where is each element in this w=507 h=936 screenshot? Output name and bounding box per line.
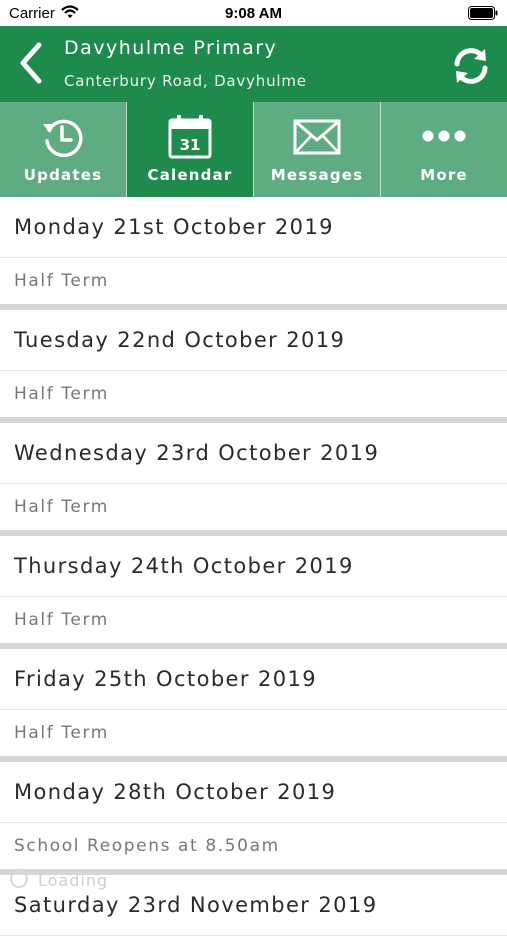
tab-label: Messages [270,166,364,184]
calendar-icon: 31 [168,115,212,159]
tab-bar: Updates 31 Calendar Messages More [0,102,507,197]
tab-label: Updates [23,166,103,184]
chevron-left-icon [20,42,42,84]
refresh-button[interactable] [447,42,495,90]
tab-updates[interactable]: Updates [0,102,127,197]
app-header: Davyhulme Primary Canterbury Road, Davyh… [0,26,507,102]
tab-more[interactable]: More [381,102,507,197]
day-group: Friday 25th October 2019 Half Term [0,649,507,762]
day-group: Monday 21st October 2019 Half Term [0,197,507,310]
tab-label: More [420,166,468,184]
event-item[interactable]: School Reopens at 8.50am [0,823,507,869]
event-item[interactable]: Half Term [0,710,507,756]
tab-label: Calendar [147,166,233,184]
clock-history-icon [43,119,83,158]
envelope-icon [293,119,341,155]
tab-calendar[interactable]: 31 Calendar [127,102,254,197]
day-header: Wednesday 23rd October 2019 [0,423,507,484]
event-item[interactable]: Half Term [0,597,507,643]
loading-indicator: Loading [10,870,108,890]
more-dots-icon [422,130,466,142]
battery-icon [468,6,498,20]
calendar-event-list[interactable]: Monday 21st October 2019 Half Term Tuesd… [0,197,507,936]
event-item[interactable]: Half Term [0,258,507,304]
event-item[interactable]: Half Term [0,484,507,530]
calendar-icon-day: 31 [180,136,201,154]
tab-messages[interactable]: Messages [254,102,381,197]
day-header: Tuesday 22nd October 2019 [0,310,507,371]
back-button[interactable] [10,38,50,88]
day-header: Monday 21st October 2019 [0,197,507,258]
status-bar: Carrier 9:08 AM [0,0,507,26]
loading-label: Loading [38,871,109,890]
day-group: Wednesday 23rd October 2019 Half Term [0,423,507,536]
day-header: Friday 25th October 2019 [0,649,507,710]
day-group: Tuesday 22nd October 2019 Half Term [0,310,507,423]
day-group: Monday 28th October 2019 School Reopens … [0,762,507,875]
status-time: 9:08 AM [225,5,282,22]
refresh-icon [454,48,488,84]
event-item[interactable]: Half Term [0,371,507,417]
spinner-icon [10,870,28,888]
school-title: Davyhulme Primary [64,37,278,59]
school-address: Canterbury Road, Davyhulme [64,72,307,90]
day-header: Monday 28th October 2019 [0,762,507,823]
day-group: Thursday 24th October 2019 Half Term [0,536,507,649]
day-header: Thursday 24th October 2019 [0,536,507,597]
